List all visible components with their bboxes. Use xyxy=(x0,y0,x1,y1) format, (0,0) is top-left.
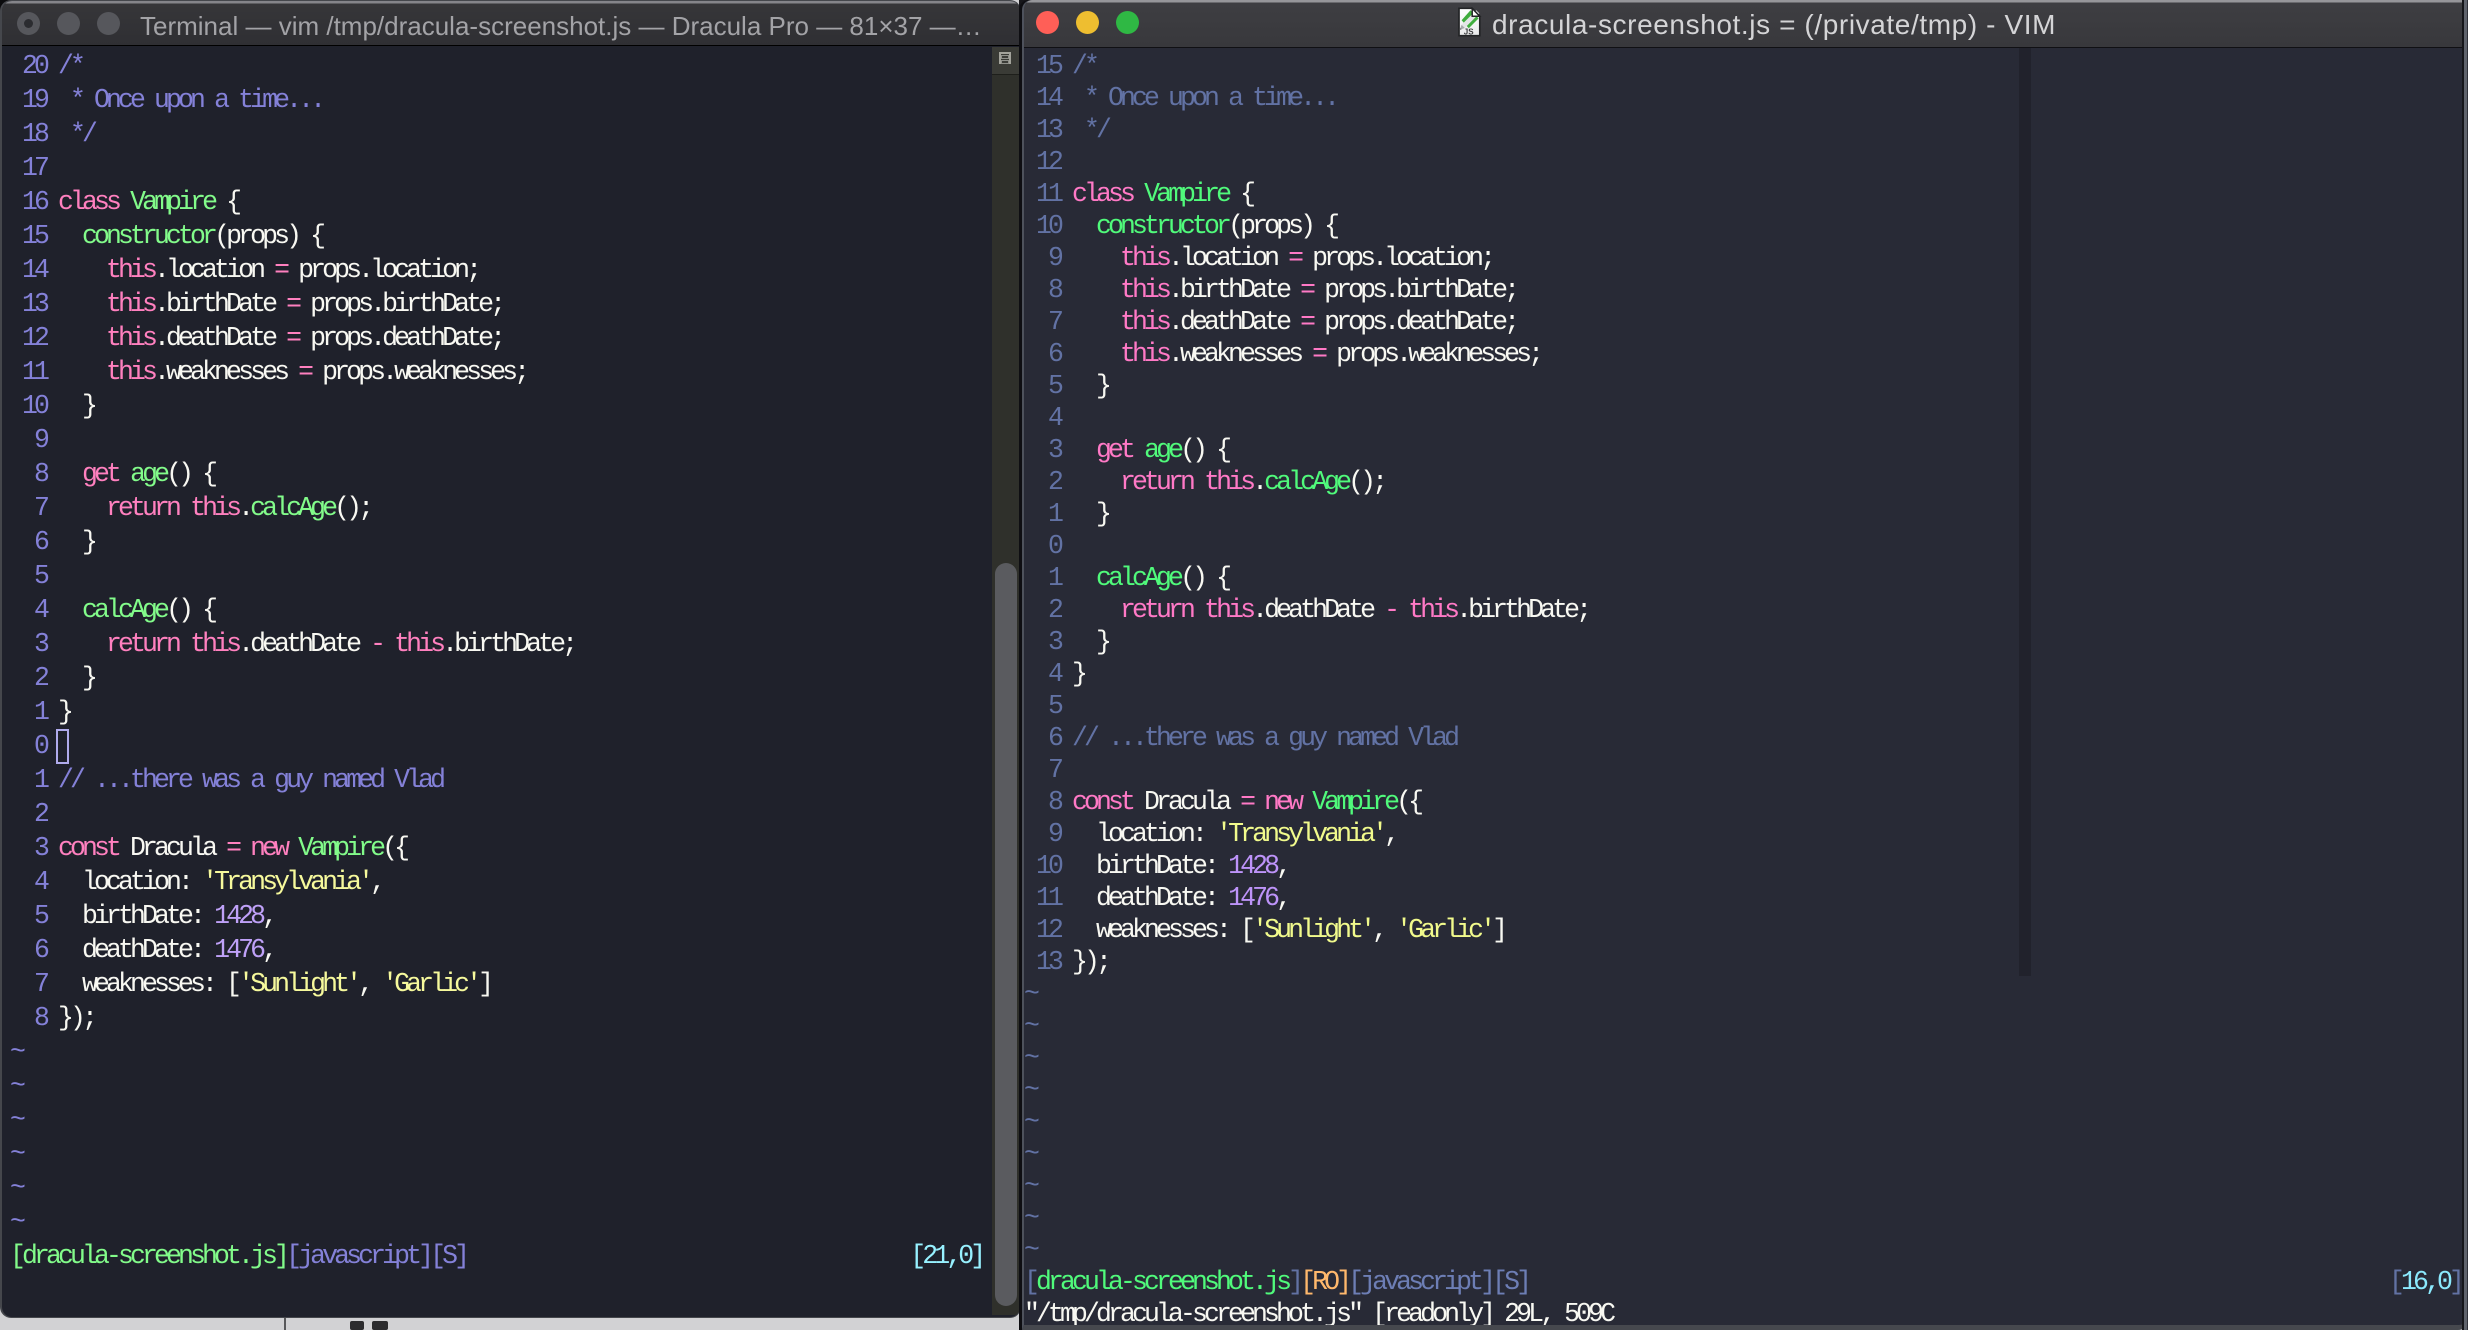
svg-text:JS: JS xyxy=(1464,28,1474,37)
